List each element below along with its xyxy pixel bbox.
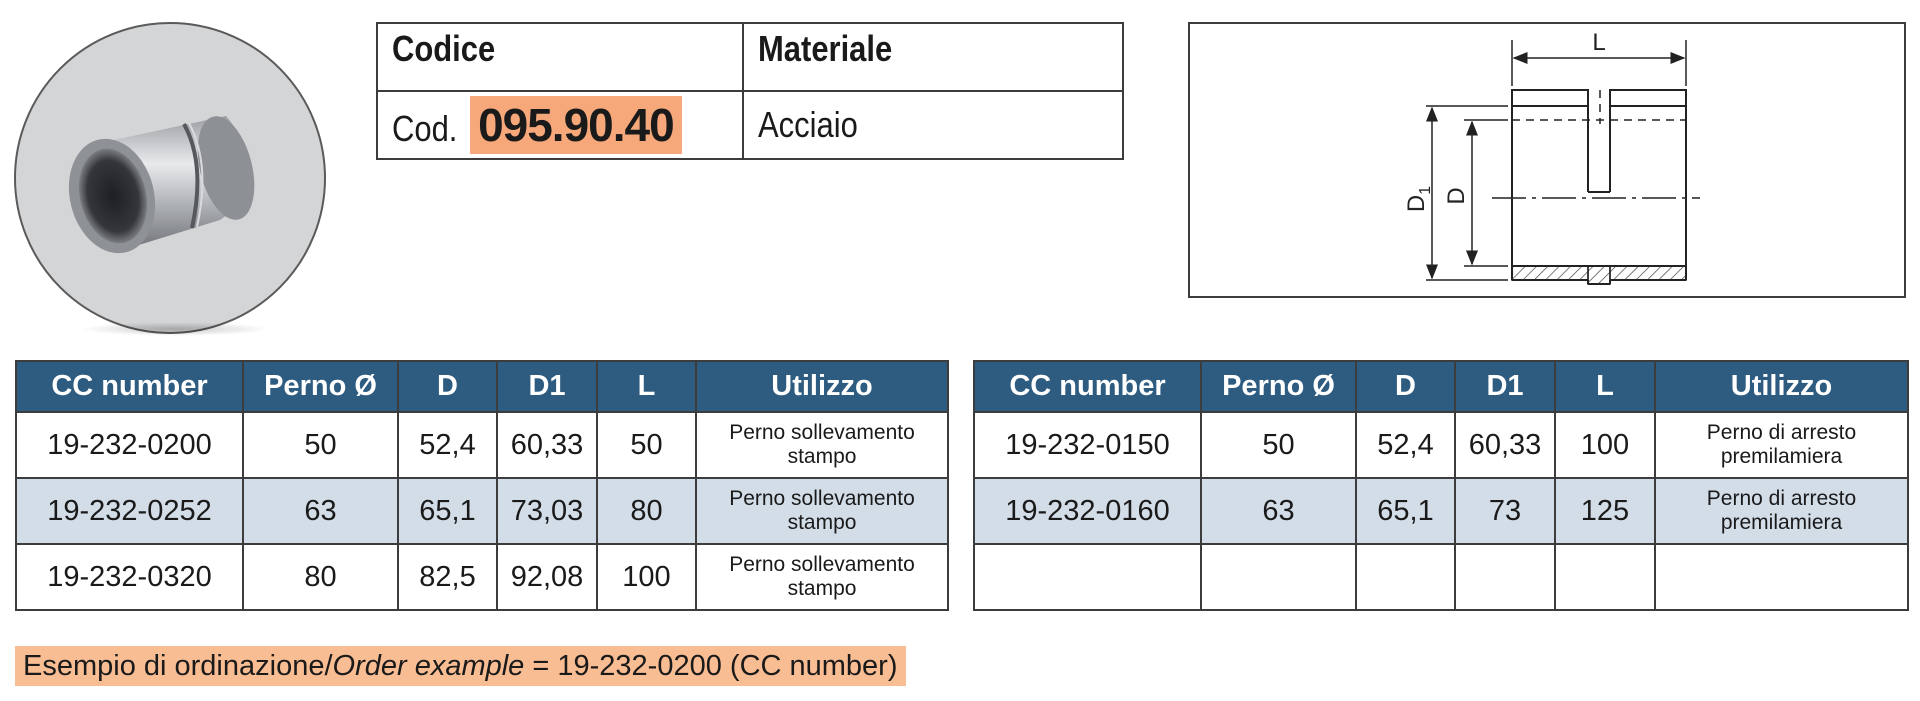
code-prefix: Cod. (392, 108, 458, 149)
table-header-row: CC number Perno Ø D D1 L Utilizzo (973, 360, 1909, 413)
use-line-1: Perno di arresto (1706, 487, 1857, 510)
header-utilizzo: Utilizzo (1654, 360, 1909, 413)
cell-perno: 50 (242, 411, 399, 479)
use-line-2: premilamiera (1720, 511, 1843, 534)
header-l: L (596, 360, 697, 413)
header-l: L (1554, 360, 1656, 413)
empty-cell (1654, 543, 1909, 611)
code-header: Codice (392, 28, 496, 69)
cc-table-left: CC number Perno Ø D D1 L Utilizzo 19-232… (15, 360, 949, 611)
cell-cc-number: 19-232-0252 (15, 477, 244, 545)
header-d1: D1 (496, 360, 598, 413)
cell-l: 80 (596, 477, 697, 545)
code-table: Codice Materiale Cod. 095.90.40 Acciaio (376, 22, 1124, 160)
header-d1: D1 (1454, 360, 1556, 413)
empty-cell (1355, 543, 1456, 611)
cell-d1: 73,03 (496, 477, 598, 545)
material-value: Acciaio (758, 104, 858, 145)
dim-D1-label: D1 (1403, 186, 1434, 212)
cell-cc-number: 19-232-0200 (15, 411, 244, 479)
empty-cell (1554, 543, 1656, 611)
table-row-empty (973, 543, 1909, 611)
cell-utilizzo: Perno di arresto premilamiera (1654, 411, 1909, 479)
dim-L-label: L (1592, 29, 1605, 56)
header-perno: Perno Ø (242, 360, 399, 413)
cell-utilizzo: Perno di arresto premilamiera (1654, 477, 1909, 545)
order-value: = 19-232-0200 (CC number) (524, 650, 898, 682)
cell-l: 100 (1554, 411, 1656, 479)
cc-table-right: CC number Perno Ø D D1 L Utilizzo 19-232… (973, 360, 1909, 611)
cell-d1: 73 (1454, 477, 1556, 545)
order-label-it: Esempio di ordinazione/ (23, 650, 333, 682)
cell-cc-number: 19-232-0150 (973, 411, 1202, 479)
table-row: 19-232-0160 63 65,1 73 125 Perno di arre… (973, 477, 1909, 545)
cell-d1: 60,33 (496, 411, 598, 479)
table-row: 19-232-0320 80 82,5 92,08 100 Perno soll… (15, 543, 949, 611)
use-line-1: Perno sollevamento (729, 487, 915, 510)
cell-perno: 63 (1200, 477, 1357, 545)
empty-cell (1454, 543, 1556, 611)
cell-d: 52,4 (1355, 411, 1456, 479)
cell-perno: 80 (242, 543, 399, 611)
cell-l: 100 (596, 543, 697, 611)
cell-d: 52,4 (397, 411, 498, 479)
cell-cc-number: 19-232-0320 (15, 543, 244, 611)
bushing-drawing: L D1 D (1403, 29, 1700, 285)
product-photo (14, 22, 326, 334)
material-value-cell: Acciaio (742, 90, 1124, 160)
header-cc-number: CC number (15, 360, 244, 413)
header-cc-number: CC number (973, 360, 1202, 413)
use-line-1: Perno sollevamento (729, 553, 915, 576)
cell-l: 50 (596, 411, 697, 479)
cell-d: 65,1 (397, 477, 498, 545)
technical-drawing: L D1 D (1188, 22, 1906, 298)
cell-d1: 60,33 (1454, 411, 1556, 479)
use-line-2: stampo (787, 445, 857, 468)
header-perno: Perno Ø (1200, 360, 1357, 413)
use-line-1: Perno di arresto (1706, 421, 1857, 444)
empty-cell (973, 543, 1202, 611)
cell-d: 65,1 (1355, 477, 1456, 545)
header-d: D (1355, 360, 1456, 413)
table-header-row: CC number Perno Ø D D1 L Utilizzo (15, 360, 949, 413)
dim-D-label: D (1443, 187, 1470, 204)
use-line-2: stampo (787, 511, 857, 534)
code-value-cell: Cod. 095.90.40 (376, 90, 744, 160)
empty-cell (1200, 543, 1357, 611)
header-d: D (397, 360, 498, 413)
cell-l: 125 (1554, 477, 1656, 545)
code-header-cell: Codice (376, 22, 744, 92)
table-row: 19-232-0200 50 52,4 60,33 50 Perno solle… (15, 411, 949, 479)
use-line-2: premilamiera (1720, 445, 1843, 468)
bushing-image (68, 116, 255, 254)
order-example: Esempio di ordinazione/Order example = 1… (15, 646, 906, 686)
cell-perno: 50 (1200, 411, 1357, 479)
material-header: Materiale (758, 28, 893, 69)
cell-perno: 63 (242, 477, 399, 545)
table-row: 19-232-0252 63 65,1 73,03 80 Perno solle… (15, 477, 949, 545)
table-row: 19-232-0150 50 52,4 60,33 100 Perno di a… (973, 411, 1909, 479)
header-utilizzo: Utilizzo (695, 360, 949, 413)
order-label-en: Order example (332, 650, 525, 682)
cell-utilizzo: Perno sollevamento stampo (695, 477, 949, 545)
cell-cc-number: 19-232-0160 (973, 477, 1202, 545)
photo-shadow (80, 322, 270, 336)
cell-utilizzo: Perno sollevamento stampo (695, 411, 949, 479)
cell-utilizzo: Perno sollevamento stampo (695, 543, 949, 611)
use-line-1: Perno sollevamento (729, 421, 915, 444)
material-header-cell: Materiale (742, 22, 1124, 92)
cell-d: 82,5 (397, 543, 498, 611)
code-number: 095.90.40 (470, 96, 682, 154)
use-line-2: stampo (787, 577, 857, 600)
cell-d1: 92,08 (496, 543, 598, 611)
